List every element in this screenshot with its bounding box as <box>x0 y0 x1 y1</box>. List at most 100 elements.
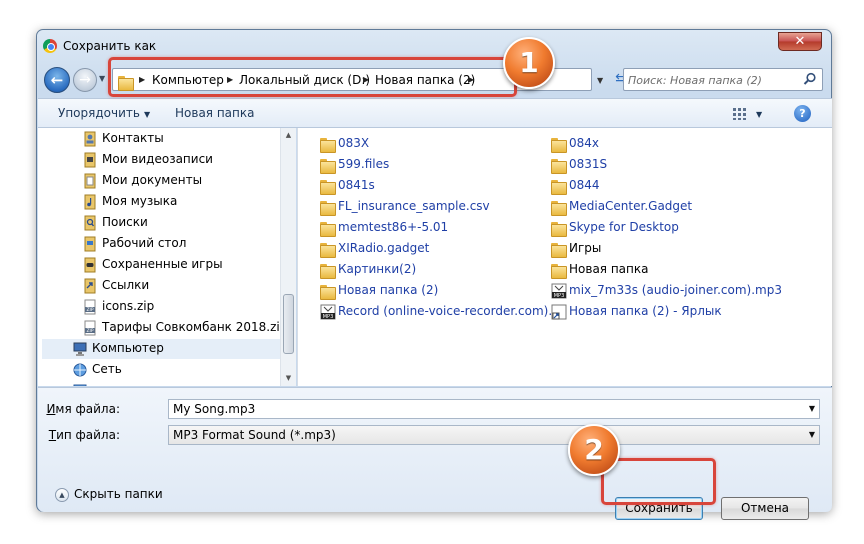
sidebar-item-computer[interactable]: Компьютер <box>42 339 280 359</box>
scroll-thumb[interactable] <box>283 294 294 354</box>
filetype-label-text: ип файла: <box>56 428 120 442</box>
folder-icon <box>551 220 567 237</box>
file-name: XIRadio.gadget <box>338 241 430 255</box>
sidebar-item-links[interactable]: Ссылки <box>82 276 272 296</box>
music-icon <box>84 194 96 210</box>
navigation-pane: Контакты Мои видеозаписи Мои документы М… <box>38 128 296 386</box>
file-name: Skype for Desktop <box>569 220 679 234</box>
forward-button[interactable]: → <box>73 68 97 92</box>
view-options-icon[interactable] <box>732 107 748 121</box>
sidebar-item-label: Поиски <box>102 215 148 229</box>
mp3-file-icon: MP3 <box>551 283 567 299</box>
filetype-value: MP3 Format Sound (*.mp3) <box>173 428 336 442</box>
filename-label-text: мя файла: <box>55 402 120 416</box>
search-input[interactable] <box>628 72 798 88</box>
chevron-up-icon: ▲ <box>55 487 69 502</box>
close-button[interactable]: ✕ <box>778 32 822 51</box>
sidebar-item-network[interactable]: Сеть <box>72 360 262 380</box>
sidebar-item-music[interactable]: Моя музыка <box>82 192 272 212</box>
svg-text:ZIP: ZIP <box>86 307 93 313</box>
folder-icon <box>320 199 336 216</box>
folder-icon <box>551 262 567 279</box>
address-dropdown-icon[interactable]: ▼ <box>597 76 603 85</box>
folder-icon <box>320 136 336 153</box>
help-icon[interactable]: ? <box>794 105 811 122</box>
network-icon <box>73 363 87 377</box>
sidebar-item-icons-zip[interactable]: ZIP icons.zip <box>82 297 272 317</box>
filetype-label: Тип файла: <box>38 428 120 442</box>
cancel-button[interactable]: Отмена <box>721 497 809 520</box>
folder-icon <box>320 220 336 237</box>
chevron-down-icon[interactable]: ▼ <box>809 426 815 444</box>
sidebar-item-label: Тарифы Совкомбанк 2018.zip <box>102 320 288 334</box>
folder-icon <box>320 241 336 258</box>
file-name: Новая папка (2) <box>338 283 439 297</box>
sidebar-item-saved-games[interactable]: Сохраненные игры <box>82 255 272 275</box>
sidebar-item-label: Контакты <box>102 131 164 145</box>
searches-icon <box>84 215 96 231</box>
filetype-select[interactable]: MP3 Format Sound (*.mp3) ▼ <box>168 425 820 445</box>
organize-button[interactable]: Упорядочить ▼ <box>58 106 150 120</box>
new-folder-button[interactable]: Новая папка <box>175 106 254 120</box>
file-name: MediaCenter.Gadget <box>569 199 693 213</box>
filetype-label-accesskey: Т <box>48 428 57 442</box>
computer-icon <box>73 342 87 356</box>
folder-icon <box>551 157 567 174</box>
sidebar-item-videos[interactable]: Мои видеозаписи <box>82 150 272 170</box>
hide-folders-button[interactable]: ▲ Скрыть папки <box>55 487 163 502</box>
address-highlight-frame <box>108 57 517 97</box>
sidebar-item-partial[interactable] <box>72 381 132 386</box>
mp3-file-icon: MP3 <box>320 304 336 320</box>
save-highlight-frame <box>601 458 716 505</box>
history-dropdown-icon[interactable]: ▼ <box>99 74 105 83</box>
svg-text:MP3: MP3 <box>554 293 565 299</box>
svg-text:ZIP: ZIP <box>86 328 93 334</box>
sidebar-item-desktop[interactable]: Рабочий стол <box>82 234 272 254</box>
sidebar-item-contacts[interactable]: Контакты <box>82 129 272 149</box>
scroll-up-icon[interactable]: ▲ <box>281 128 296 143</box>
file-name: Новая папка <box>569 262 649 276</box>
folder-icon <box>320 283 336 300</box>
sidebar-item-label: icons.zip <box>102 299 155 313</box>
chevron-down-icon: ▼ <box>143 110 151 119</box>
saved-games-icon <box>84 257 96 273</box>
file-name: 599.files <box>338 157 390 171</box>
shortcut-icon <box>551 304 567 320</box>
file-name: FL_insurance_sample.csv <box>338 199 490 213</box>
desktop-icon <box>84 236 96 252</box>
file-name: Картинки(2) <box>338 262 417 276</box>
view-dropdown-icon[interactable]: ▼ <box>756 110 762 119</box>
documents-icon <box>84 173 96 189</box>
save-as-dialog: Сохранить как ✕ ← → ▼ ▶ Компьютер ▶ Лока… <box>36 29 832 520</box>
file-name: Record (online-voice-recorder.com).... <box>338 304 564 318</box>
filename-field[interactable]: My Song.mp3 ▼ <box>168 399 820 419</box>
sidebar-item-searches[interactable]: Поиски <box>82 213 272 233</box>
folder-icon <box>551 136 567 153</box>
file-list: 083X 599.files 0841s FL_insurance_sample.cs… <box>297 128 832 386</box>
sidebar-item-label: Сохраненные игры <box>102 257 223 271</box>
scroll-down-icon[interactable]: ▼ <box>281 371 296 386</box>
file-name: 083X <box>338 136 370 150</box>
file-name: Игры <box>569 241 602 255</box>
filename-label: Имя файла: <box>38 402 120 416</box>
navigation-scrollbar[interactable]: ▲ ▼ <box>280 128 296 386</box>
chevron-down-icon[interactable]: ▼ <box>809 400 815 418</box>
zip-icon: ZIP <box>84 320 96 336</box>
file-name: 0831S <box>569 157 608 171</box>
sidebar-item-documents[interactable]: Мои документы <box>82 171 272 191</box>
file-name: memtest86+-5.01 <box>338 220 449 234</box>
step-badge-2: 2 <box>568 424 620 476</box>
search-box[interactable] <box>623 68 823 91</box>
organize-label: Упорядочить <box>58 106 140 120</box>
back-button[interactable]: ← <box>44 67 70 93</box>
sidebar-item-tariffs-zip[interactable]: ZIP Тарифы Совкомбанк 2018.zip <box>82 318 287 338</box>
sidebar-item-label: Компьютер <box>92 341 164 355</box>
chrome-icon <box>43 39 57 53</box>
links-icon <box>84 278 96 294</box>
svg-text:MP3: MP3 <box>323 314 334 320</box>
search-icon[interactable] <box>803 72 817 86</box>
file-name: 084x <box>569 136 600 150</box>
folder-icon <box>320 262 336 279</box>
filename-value: My Song.mp3 <box>173 402 256 416</box>
step-badge-1: 1 <box>503 37 555 89</box>
